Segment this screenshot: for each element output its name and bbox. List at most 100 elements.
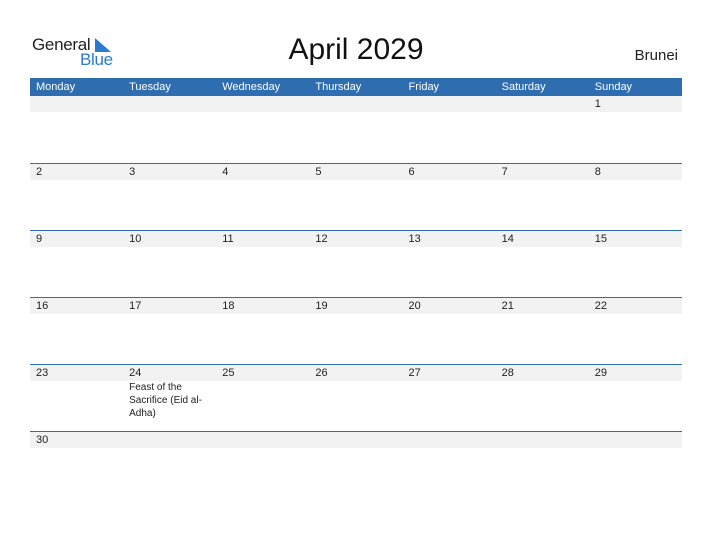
day-cell[interactable]: 21 bbox=[496, 298, 589, 314]
day-cell[interactable] bbox=[403, 96, 496, 112]
week-row: 30 bbox=[30, 431, 682, 498]
day-number: 2 bbox=[36, 166, 43, 178]
day-number: 18 bbox=[222, 300, 235, 312]
day-number: 27 bbox=[408, 367, 421, 379]
day-number: 5 bbox=[315, 166, 322, 178]
day-number bbox=[129, 432, 216, 448]
week-row: 9 10 11 12 13 14 15 bbox=[30, 230, 682, 297]
day-number: 17 bbox=[129, 300, 142, 312]
country-label: Brunei bbox=[634, 47, 678, 64]
day-number bbox=[129, 96, 216, 112]
day-cell[interactable] bbox=[30, 96, 123, 112]
day-cell[interactable]: 24 Feast of the Sacrifice (Eid al-Adha) bbox=[123, 365, 216, 420]
day-number bbox=[502, 432, 589, 448]
day-cell[interactable]: 13 bbox=[403, 231, 496, 247]
day-number: 25 bbox=[222, 367, 235, 379]
day-number: 15 bbox=[594, 233, 607, 245]
day-number: 12 bbox=[315, 233, 328, 245]
day-cell[interactable]: 15 bbox=[589, 231, 682, 247]
day-cell[interactable]: 29 bbox=[589, 365, 682, 420]
weekday-wednesday: Wednesday bbox=[222, 81, 281, 93]
day-cell[interactable]: 20 bbox=[403, 298, 496, 314]
day-cell[interactable]: 5 bbox=[309, 164, 402, 180]
day-number: 19 bbox=[315, 300, 328, 312]
week-row: 23 24 Feast of the Sacrifice (Eid al-Adha)… bbox=[30, 364, 682, 431]
day-cell[interactable] bbox=[496, 96, 589, 112]
week-row: 16 17 18 19 20 21 22 bbox=[30, 297, 682, 364]
week-row: 1 bbox=[30, 96, 682, 163]
day-cell[interactable]: 17 bbox=[123, 298, 216, 314]
day-cell[interactable]: 30 bbox=[30, 432, 123, 448]
day-number: 30 bbox=[36, 434, 49, 446]
calendar-title: April 2029 bbox=[288, 33, 424, 66]
week-row: 2 3 4 5 6 7 8 bbox=[30, 163, 682, 230]
day-number: 6 bbox=[408, 166, 415, 178]
day-cell[interactable]: 9 bbox=[30, 231, 123, 247]
day-number: 1 bbox=[594, 98, 601, 110]
day-cell[interactable]: 19 bbox=[309, 298, 402, 314]
day-number: 13 bbox=[408, 233, 421, 245]
day-cell[interactable]: 8 bbox=[589, 164, 682, 180]
day-number bbox=[222, 96, 309, 112]
day-cell[interactable]: 23 bbox=[30, 365, 123, 420]
day-number bbox=[315, 432, 402, 448]
weekday-saturday: Saturday bbox=[501, 81, 546, 93]
day-number bbox=[595, 432, 682, 448]
day-number: 16 bbox=[36, 300, 49, 312]
day-cell[interactable]: 6 bbox=[403, 164, 496, 180]
day-cell[interactable]: 11 bbox=[216, 231, 309, 247]
day-cell[interactable] bbox=[309, 96, 402, 112]
day-cell[interactable]: 10 bbox=[123, 231, 216, 247]
day-cell[interactable]: 2 bbox=[30, 164, 123, 180]
day-number: 23 bbox=[36, 367, 49, 379]
day-number: 9 bbox=[36, 233, 43, 245]
day-number bbox=[502, 96, 589, 112]
day-number bbox=[315, 96, 402, 112]
day-cell[interactable]: 22 bbox=[589, 298, 682, 314]
weekday-tuesday: Tuesday bbox=[129, 81, 171, 93]
holiday-event: Feast of the Sacrifice (Eid al-Adha) bbox=[129, 382, 202, 419]
day-cell[interactable] bbox=[403, 432, 496, 448]
day-cell[interactable] bbox=[123, 96, 216, 112]
calendar-weeks: 1 2 3 4 5 6 7 8 9 10 11 12 13 14 15 16 17 18 19 20 21 22 23 24 F… bbox=[30, 96, 682, 498]
weekday-sunday: Sunday bbox=[594, 81, 633, 93]
day-cell[interactable] bbox=[309, 432, 402, 448]
day-number: 7 bbox=[501, 166, 508, 178]
weekday-friday: Friday bbox=[408, 81, 440, 93]
day-cell[interactable]: 1 bbox=[589, 96, 682, 112]
day-cell[interactable]: 16 bbox=[30, 298, 123, 314]
day-cell[interactable] bbox=[216, 432, 309, 448]
calendar-grid: Monday Tuesday Wednesday Thursday Friday Satu… bbox=[30, 78, 682, 498]
day-cell[interactable]: 18 bbox=[216, 298, 309, 314]
day-number: 10 bbox=[129, 233, 142, 245]
day-number: 11 bbox=[222, 233, 234, 245]
day-number: 21 bbox=[501, 300, 514, 312]
day-number: 4 bbox=[222, 166, 229, 178]
day-cell[interactable]: 12 bbox=[309, 231, 402, 247]
day-number bbox=[36, 96, 123, 112]
day-cell[interactable] bbox=[589, 432, 682, 448]
day-cell[interactable]: 3 bbox=[123, 164, 216, 180]
day-number: 28 bbox=[501, 367, 514, 379]
day-cell[interactable]: 27 bbox=[403, 365, 496, 420]
day-cell[interactable]: 26 bbox=[309, 365, 402, 420]
day-number: 14 bbox=[501, 233, 514, 245]
weekday-thursday: Thursday bbox=[315, 81, 362, 93]
day-number bbox=[222, 432, 309, 448]
day-number: 22 bbox=[594, 300, 607, 312]
day-number: 24 bbox=[129, 367, 142, 379]
day-cell[interactable]: 14 bbox=[496, 231, 589, 247]
day-cell[interactable]: 7 bbox=[496, 164, 589, 180]
day-number: 29 bbox=[594, 367, 607, 379]
day-cell[interactable]: 25 bbox=[216, 365, 309, 420]
day-number: 20 bbox=[408, 300, 421, 312]
day-number: 8 bbox=[594, 166, 601, 178]
day-number bbox=[409, 432, 496, 448]
day-cell[interactable] bbox=[216, 96, 309, 112]
day-cell[interactable] bbox=[123, 432, 216, 448]
day-cell[interactable] bbox=[496, 432, 589, 448]
weekday-monday: Monday bbox=[36, 81, 76, 93]
day-cell[interactable]: 4 bbox=[216, 164, 309, 180]
day-cell[interactable]: 28 bbox=[496, 365, 589, 420]
day-number: 26 bbox=[315, 367, 328, 379]
